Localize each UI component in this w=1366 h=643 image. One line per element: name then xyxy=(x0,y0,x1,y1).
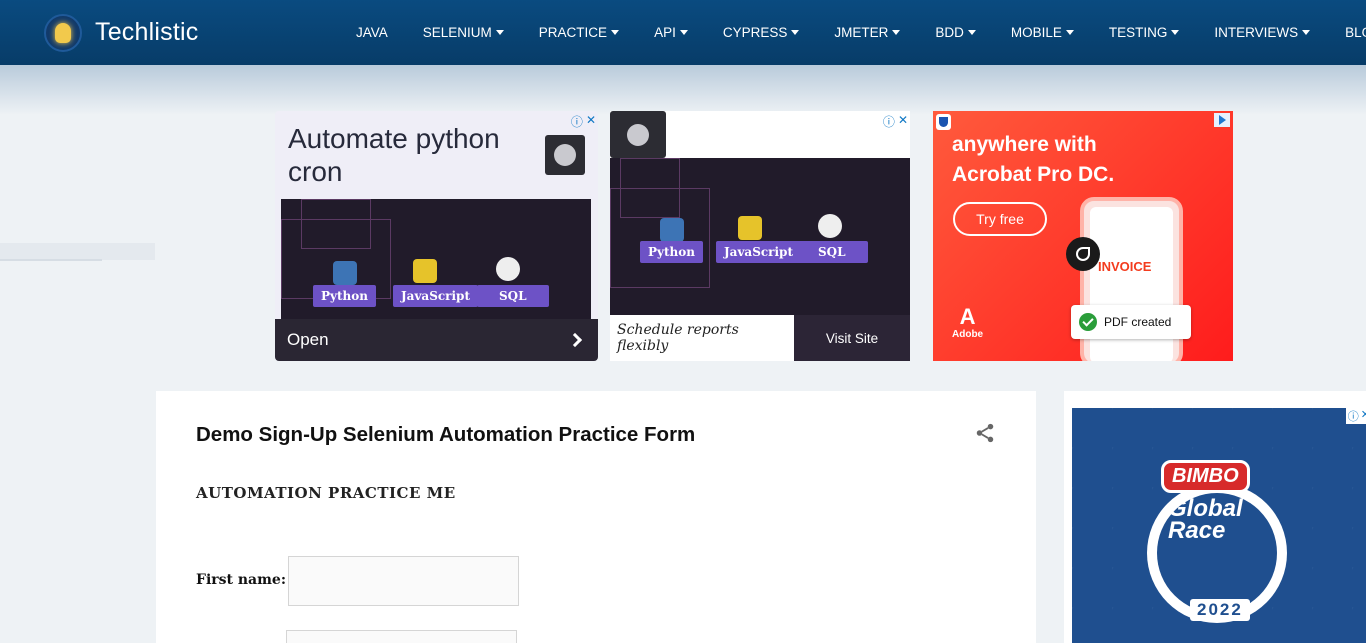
pdf-created-badge: PDF created xyxy=(1071,305,1191,339)
chip-python: Python xyxy=(313,285,376,307)
ad-acrobat[interactable]: anywhere with Acrobat Pro DC. Try free I… xyxy=(933,111,1233,361)
caret-down-icon xyxy=(892,30,901,35)
post-card: Demo Sign-Up Selenium Automation Practic… xyxy=(156,391,1036,643)
chip-javascript: JavaScript xyxy=(393,285,478,307)
chevron-right-icon xyxy=(567,332,583,348)
race-year: 2022 xyxy=(1190,599,1250,621)
nav-interviews[interactable]: INTERVIEWS xyxy=(1214,25,1311,40)
caret-down-icon xyxy=(679,30,688,35)
left-placeholder-line xyxy=(0,259,102,261)
python-logo-icon xyxy=(660,218,684,242)
adobe-logo: A Adobe xyxy=(952,304,984,341)
ad-brand-logo-icon xyxy=(545,135,585,175)
adobe-icon: A xyxy=(959,304,976,329)
ad-choices-icon[interactable] xyxy=(1214,113,1230,127)
caret-down-icon xyxy=(1302,30,1311,35)
share-icon[interactable] xyxy=(974,422,996,444)
javascript-logo-icon xyxy=(413,259,437,283)
nav-mobile[interactable]: MOBILE xyxy=(1011,25,1074,40)
ad-headline: Automate python cron xyxy=(288,123,500,187)
ad-bimbo-global-race[interactable]: ⓘ ✕ BIMBO Global Race 2022 xyxy=(1072,408,1366,643)
chip-javascript: JavaScript xyxy=(716,241,801,263)
ad-headline: anywhere with Acrobat Pro DC. xyxy=(952,133,1115,186)
bimbo-logo: BIMBO xyxy=(1161,460,1250,493)
ad-tagline: Schedule reports flexibly xyxy=(610,315,794,361)
acrobat-icon xyxy=(1066,237,1100,271)
chip-python: Python xyxy=(640,241,703,263)
nav-practice[interactable]: PRACTICE xyxy=(539,25,620,40)
close-icon: ✕ xyxy=(1360,409,1366,421)
section-heading: AUTOMATION PRACTICE ME xyxy=(196,484,456,502)
ad-choices[interactable]: ⓘ ✕ xyxy=(1345,408,1366,424)
nav-api[interactable]: API xyxy=(654,25,688,40)
database-icon xyxy=(818,214,842,238)
info-icon: ⓘ xyxy=(882,115,895,129)
caret-down-icon xyxy=(1171,30,1180,35)
first-name-label: First name: xyxy=(196,572,286,588)
ad-schedule-reports[interactable]: ⓘ ✕ Python JavaScript SQL Schedule report… xyxy=(610,111,910,361)
invoice-label: INVOICE xyxy=(1098,259,1152,274)
nav-cypress[interactable]: CYPRESS xyxy=(723,25,800,40)
left-placeholder xyxy=(0,243,155,260)
race-title: Global Race xyxy=(1168,495,1243,544)
page-title: Demo Sign-Up Selenium Automation Practic… xyxy=(196,423,696,446)
check-icon xyxy=(1079,313,1097,331)
ad-choices[interactable]: ⓘ ✕ xyxy=(571,113,596,130)
close-icon: ✕ xyxy=(897,113,908,127)
caret-down-icon xyxy=(1065,30,1074,35)
first-name-input[interactable] xyxy=(288,556,519,606)
ad-illustration: Python JavaScript SQL xyxy=(281,199,591,319)
info-icon: ⓘ xyxy=(1347,411,1359,423)
caret-down-icon xyxy=(791,30,800,35)
python-logo-icon xyxy=(333,261,357,285)
javascript-logo-icon xyxy=(738,216,762,240)
caret-down-icon xyxy=(967,30,976,35)
database-icon xyxy=(496,257,520,281)
caret-down-icon xyxy=(611,30,620,35)
close-icon: ✕ xyxy=(585,113,596,127)
main-nav: JAVA SELENIUM PRACTICE API CYPRESS JMETE… xyxy=(356,0,1366,65)
site-header: Techlistic JAVA SELENIUM PRACTICE API CY… xyxy=(0,0,1366,65)
brand-link[interactable]: Techlistic xyxy=(44,13,199,52)
nav-selenium[interactable]: SELENIUM xyxy=(423,25,504,40)
nav-bdd[interactable]: BDD xyxy=(935,25,976,40)
ad-open-button[interactable]: Open xyxy=(275,319,598,361)
chip-sql: SQL xyxy=(477,285,549,307)
ad-illustration: Python JavaScript SQL xyxy=(610,158,910,315)
ad-choices[interactable]: ⓘ ✕ xyxy=(883,113,908,130)
nav-blogs[interactable]: BLOGS xyxy=(1345,25,1366,40)
brand-name: Techlistic xyxy=(95,18,199,46)
chip-sql: SQL xyxy=(796,241,868,263)
bulb-logo-icon xyxy=(44,13,82,52)
shield-icon xyxy=(936,114,951,130)
nav-jmeter[interactable]: JMETER xyxy=(834,25,901,40)
nav-java[interactable]: JAVA xyxy=(356,25,388,40)
ad-visit-site-button[interactable]: Visit Site xyxy=(794,315,910,361)
info-icon: ⓘ xyxy=(570,115,583,129)
try-free-button[interactable]: Try free xyxy=(953,202,1047,236)
header-shadow xyxy=(0,65,1366,115)
nav-testing[interactable]: TESTING xyxy=(1109,25,1180,40)
ad-automate-python[interactable]: ⓘ ✕ Automate python cron Python JavaScrip… xyxy=(275,111,598,361)
ad-brand-logo-icon xyxy=(610,111,666,158)
caret-down-icon xyxy=(495,30,504,35)
last-name-input[interactable] xyxy=(286,630,517,643)
